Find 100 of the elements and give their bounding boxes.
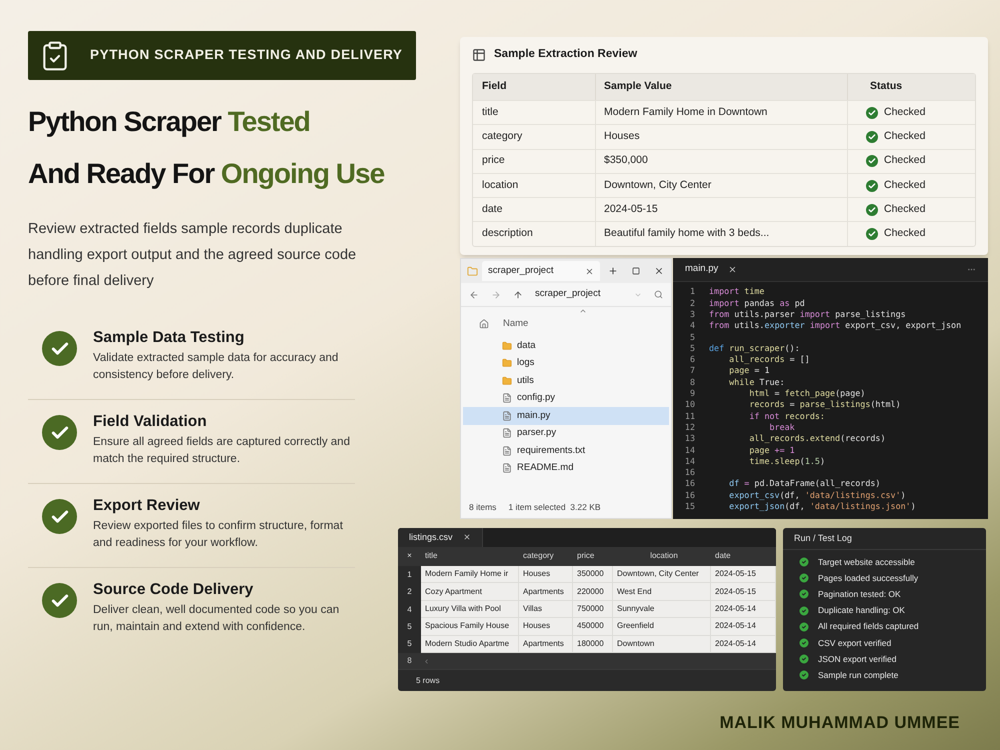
table-cell: Modern Family Home ir bbox=[425, 568, 508, 580]
feature-description: Validate extracted sample data for accuracy and consistency before delivery. bbox=[93, 351, 340, 383]
line-number: 1 bbox=[688, 285, 695, 298]
table-cell-text: Downtown, City Center bbox=[604, 178, 712, 193]
feature-title: Export Review bbox=[93, 496, 201, 516]
table-cell: Spacious Family House bbox=[425, 620, 510, 632]
folder-icon bbox=[502, 376, 512, 386]
file-row[interactable]: logs bbox=[463, 354, 669, 372]
file-row[interactable]: config.py bbox=[463, 390, 669, 407]
line-number: 8 bbox=[688, 376, 695, 388]
table-cell-text: Modern Family Home in Downtown bbox=[604, 104, 768, 120]
table-cell: 2024-05-14 bbox=[715, 638, 756, 650]
log-entry: Duplicate handling: OK bbox=[818, 604, 905, 617]
explorer-tab[interactable]: scraper_project bbox=[482, 261, 600, 281]
table-cell: Houses bbox=[523, 568, 550, 580]
close-icon[interactable] bbox=[654, 266, 664, 276]
feature-description: Review exported files to confirm structure, format and readiness for your workflow. bbox=[93, 519, 344, 551]
file-icon bbox=[502, 410, 512, 421]
code-line: html = fetch_page(page) bbox=[748, 387, 866, 400]
search-icon[interactable] bbox=[654, 290, 663, 299]
feature-description: Ensure all agreed fields are captured correctly and match the required structure. bbox=[93, 435, 351, 467]
close-icon[interactable] bbox=[585, 266, 594, 276]
row-count: 5 rows bbox=[416, 674, 440, 687]
line-number: 5 bbox=[688, 342, 695, 354]
file-row[interactable]: data bbox=[463, 337, 669, 354]
banner-title: PYTHON SCRAPER TESTING AND DELIVERY bbox=[90, 46, 403, 64]
up-icon[interactable] bbox=[513, 290, 523, 300]
file-row[interactable]: README.md bbox=[463, 460, 669, 477]
table-cell-text: title bbox=[482, 104, 498, 120]
file-row[interactable]: main.py bbox=[463, 407, 669, 424]
code-line: export_csv(df, 'data/listings.csv') bbox=[728, 488, 906, 502]
headline-line: Python Scraper Tested bbox=[28, 105, 311, 139]
table-cell: 2024-05-14 bbox=[715, 603, 756, 615]
line-number: 9 bbox=[688, 387, 695, 400]
table-cell: Luxury Villa with Pool bbox=[425, 603, 501, 615]
table-cell: West End bbox=[617, 586, 652, 598]
table-cell-text: description bbox=[482, 226, 533, 242]
table-cell: Greenfield bbox=[617, 620, 654, 632]
code-line: from utils.exporter import export_csv, export_json bbox=[709, 319, 962, 332]
column-header[interactable]: Name bbox=[503, 316, 528, 332]
file-row[interactable]: parser.py bbox=[463, 424, 669, 442]
home-icon bbox=[479, 319, 489, 329]
table-cell: 220000 bbox=[577, 586, 604, 598]
line-number: 6 bbox=[688, 353, 695, 366]
path-field[interactable]: scraper_project bbox=[535, 287, 622, 302]
file-icon bbox=[502, 393, 512, 404]
line-number: 2 bbox=[688, 296, 695, 310]
table-cell-text: date bbox=[482, 202, 502, 217]
line-number: 16 bbox=[684, 477, 695, 490]
code-line: page = 1 bbox=[728, 364, 770, 378]
line-number: 12 bbox=[684, 420, 695, 434]
maximize-icon[interactable] bbox=[632, 267, 640, 275]
column-header: location bbox=[650, 551, 678, 560]
log-entry: JSON export verified bbox=[818, 652, 896, 666]
code-line: df = pd.DataFrame(all_records) bbox=[728, 477, 880, 490]
log-entry: All required fields captured bbox=[818, 620, 919, 634]
code-line: page += 1 bbox=[748, 444, 795, 456]
line-number: 15 bbox=[684, 500, 695, 513]
back-icon[interactable] bbox=[469, 290, 479, 300]
editor-tab[interactable]: main.py bbox=[685, 262, 718, 277]
scroll-left-icon[interactable] bbox=[423, 658, 430, 665]
table-cell: 2024-05-15 bbox=[715, 568, 756, 580]
column-header: title bbox=[425, 551, 438, 560]
line-number: 11 bbox=[684, 410, 695, 422]
column-header: Field bbox=[482, 79, 507, 94]
new-tab-icon[interactable] bbox=[608, 266, 618, 276]
status-text: Checked bbox=[884, 153, 926, 168]
table-cell: Apartments bbox=[523, 638, 564, 650]
log-entry: CSV export verified bbox=[818, 636, 892, 650]
file-icon bbox=[502, 428, 512, 438]
row-number: 8 bbox=[406, 655, 413, 668]
status-text: 1 item selected 3.22 KB bbox=[508, 500, 601, 514]
table-cell: Sunnyvale bbox=[617, 603, 654, 615]
file-row[interactable]: utils bbox=[463, 372, 669, 390]
log-entry: Pages loaded successfully bbox=[818, 572, 918, 585]
line-number: 14 bbox=[684, 444, 695, 456]
log-entry: Pagination tested: OK bbox=[818, 588, 901, 601]
code-line: all_records.extend(records) bbox=[748, 432, 886, 445]
status-text: Checked bbox=[884, 202, 926, 217]
line-number: 13 bbox=[684, 432, 695, 445]
close-icon[interactable] bbox=[728, 265, 738, 274]
column-header: Sample Value bbox=[604, 79, 672, 94]
sort-caret-icon bbox=[579, 307, 587, 315]
line-number: 4 bbox=[688, 319, 695, 332]
column-header: price bbox=[577, 551, 594, 560]
code-line: all_records = [] bbox=[728, 353, 810, 366]
feature-title: Source Code Delivery bbox=[93, 580, 254, 600]
code-line: time.sleep(1.5) bbox=[748, 455, 825, 468]
file-row[interactable]: requirements.txt bbox=[463, 442, 669, 460]
code-line: import time bbox=[709, 285, 764, 298]
close-icon[interactable] bbox=[462, 533, 471, 542]
column-header: category bbox=[523, 551, 554, 560]
status-text: 8 items bbox=[469, 500, 496, 514]
sheet-tab[interactable]: listings.csv bbox=[398, 528, 483, 547]
file-icon bbox=[502, 463, 512, 474]
table-cell: Modern Studio Apartme bbox=[425, 638, 510, 650]
feature-description: Deliver clean, well documented code so you can run, maintain and extend with confidence. bbox=[93, 603, 340, 635]
table-cell: Cozy Apartment bbox=[425, 586, 482, 598]
code-line: records = parse_listings(html) bbox=[748, 398, 901, 411]
log-entry: Target website accessible bbox=[818, 556, 915, 568]
